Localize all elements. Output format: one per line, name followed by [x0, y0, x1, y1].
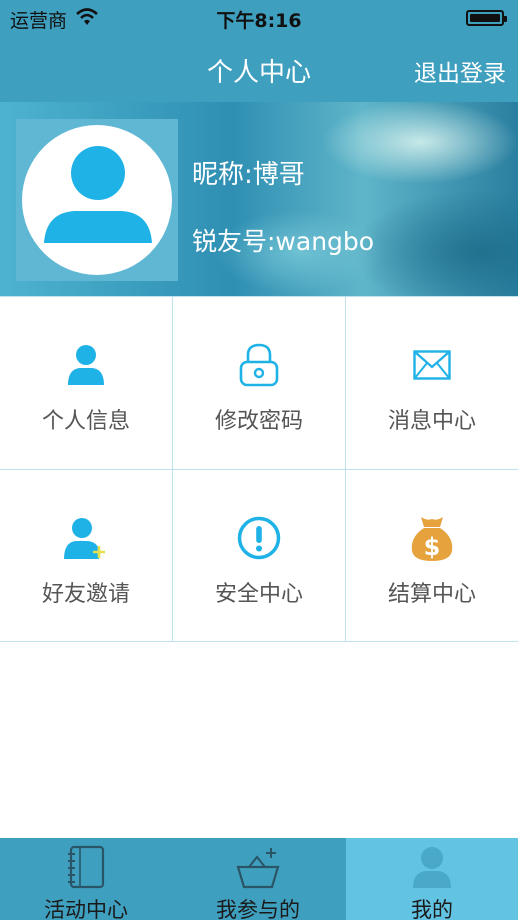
nickname-label: 昵称:博哥 — [192, 160, 305, 190]
tab-bar: 活动中心 我参与的 我的 — [0, 838, 518, 920]
avatar-placeholder — [22, 125, 172, 275]
avatar[interactable] — [16, 119, 178, 281]
profile-banner: 昵称:博哥 锐友号:wangbo — [0, 102, 518, 296]
top-bar: 运营商 下午8:16 个人中心 退出登录 — [0, 0, 518, 102]
menu-item-change-password[interactable]: 修改密码 — [173, 297, 346, 469]
basket-icon — [172, 844, 344, 890]
svg-text:$: $ — [424, 533, 441, 561]
menu-item-invite-friends[interactable]: 好友邀请 — [0, 469, 173, 641]
menu-item-message-center[interactable]: 消息中心 — [346, 297, 518, 469]
status-bar: 运营商 下午8:16 — [0, 0, 518, 36]
menu-grid: 个人信息 修改密码 消息中心 好友邀请 安全中心 $ 结算中心 — [0, 296, 518, 642]
user-icon — [346, 844, 518, 890]
tab-label: 我的 — [411, 898, 453, 920]
menu-label: 消息中心 — [387, 409, 476, 434]
menu-item-personal-info[interactable]: 个人信息 — [0, 297, 173, 469]
default-avatar-icon — [44, 146, 152, 243]
menu-label: 安全中心 — [214, 582, 303, 607]
lock-icon — [173, 341, 345, 389]
menu-item-security-center[interactable]: 安全中心 — [173, 469, 346, 641]
menu-label: 修改密码 — [214, 409, 303, 434]
menu-label: 个人信息 — [41, 409, 130, 434]
tab-mine[interactable]: 我的 — [346, 838, 518, 920]
battery-icon — [466, 10, 507, 26]
status-time: 下午8:16 — [216, 10, 302, 32]
menu-item-settlement-center[interactable]: $ 结算中心 — [346, 469, 518, 641]
tab-my-participation[interactable]: 我参与的 — [172, 838, 344, 920]
menu-label: 好友邀请 — [41, 582, 130, 607]
tab-label: 活动中心 — [44, 898, 128, 920]
menu-label: 结算中心 — [387, 582, 476, 607]
notebook-icon — [0, 844, 172, 890]
tab-activity-center[interactable]: 活动中心 — [0, 838, 172, 920]
tab-label: 我参与的 — [216, 898, 300, 920]
money-bag-icon: $ — [346, 514, 518, 562]
rui-id-label: 锐友号:wangbo — [192, 227, 375, 256]
envelope-icon — [346, 341, 518, 389]
logout-button[interactable]: 退出登录 — [414, 54, 506, 88]
person-icon — [0, 341, 172, 389]
add-friend-icon — [0, 514, 172, 562]
exclamation-icon — [173, 514, 345, 562]
